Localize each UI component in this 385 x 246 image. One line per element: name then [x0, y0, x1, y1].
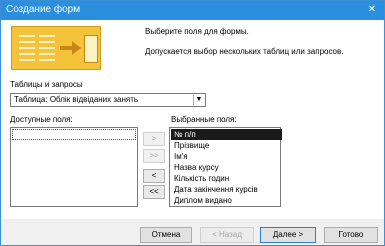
tables-select-value: Таблица: Облік відвіданих занять [14, 95, 139, 104]
available-fields-list[interactable] [10, 127, 138, 207]
selected-fields-list[interactable]: № п/п Прізвище Ім'я Назва курсу Кількіст… [169, 127, 282, 207]
back-button[interactable]: < Назад [200, 227, 254, 243]
remove-field-button[interactable]: < [143, 169, 165, 183]
list-item[interactable]: Кількість годин [171, 173, 282, 184]
window-title: Создание форм [6, 4, 81, 15]
list-item[interactable]: Назва курсу [171, 162, 282, 173]
finish-button[interactable]: Готово [324, 227, 378, 243]
tables-label: Таблицы и запросы [10, 80, 83, 89]
instruction-subtext: Допускается выбор нескольких таблиц или … [145, 47, 344, 56]
arrow-right-icon [72, 41, 81, 55]
cancel-button[interactable]: Отмена [140, 227, 192, 243]
wizard-illustration [11, 26, 101, 70]
list-item[interactable]: Прізвище [171, 140, 282, 151]
tables-select[interactable]: Таблица: Облік відвіданих занять ▼ [10, 93, 206, 107]
selected-fields-label: Выбранные поля: [171, 115, 237, 124]
add-all-fields-button[interactable]: >> [143, 149, 165, 163]
list-item[interactable]: Диплом видано [171, 195, 282, 206]
close-icon[interactable]: ✕ [366, 3, 378, 17]
chevron-down-icon[interactable]: ▼ [193, 95, 204, 105]
list-item[interactable] [12, 129, 136, 140]
form-wizard-dialog: Создание форм ✕ Выберите поля для формы.… [0, 0, 385, 246]
remove-all-fields-button[interactable]: << [143, 185, 165, 199]
list-item[interactable]: № п/п [171, 129, 282, 140]
add-field-button[interactable]: > [143, 132, 165, 146]
list-item[interactable]: Дата закінчення курсів [171, 184, 282, 195]
available-fields-label: Доступные поля: [10, 115, 73, 124]
instruction-text: Выберите поля для формы. [145, 27, 249, 36]
list-item[interactable]: Ім'я [171, 151, 282, 162]
next-button[interactable]: Далее > [260, 227, 316, 243]
title-bar: Создание форм ✕ [1, 1, 384, 20]
